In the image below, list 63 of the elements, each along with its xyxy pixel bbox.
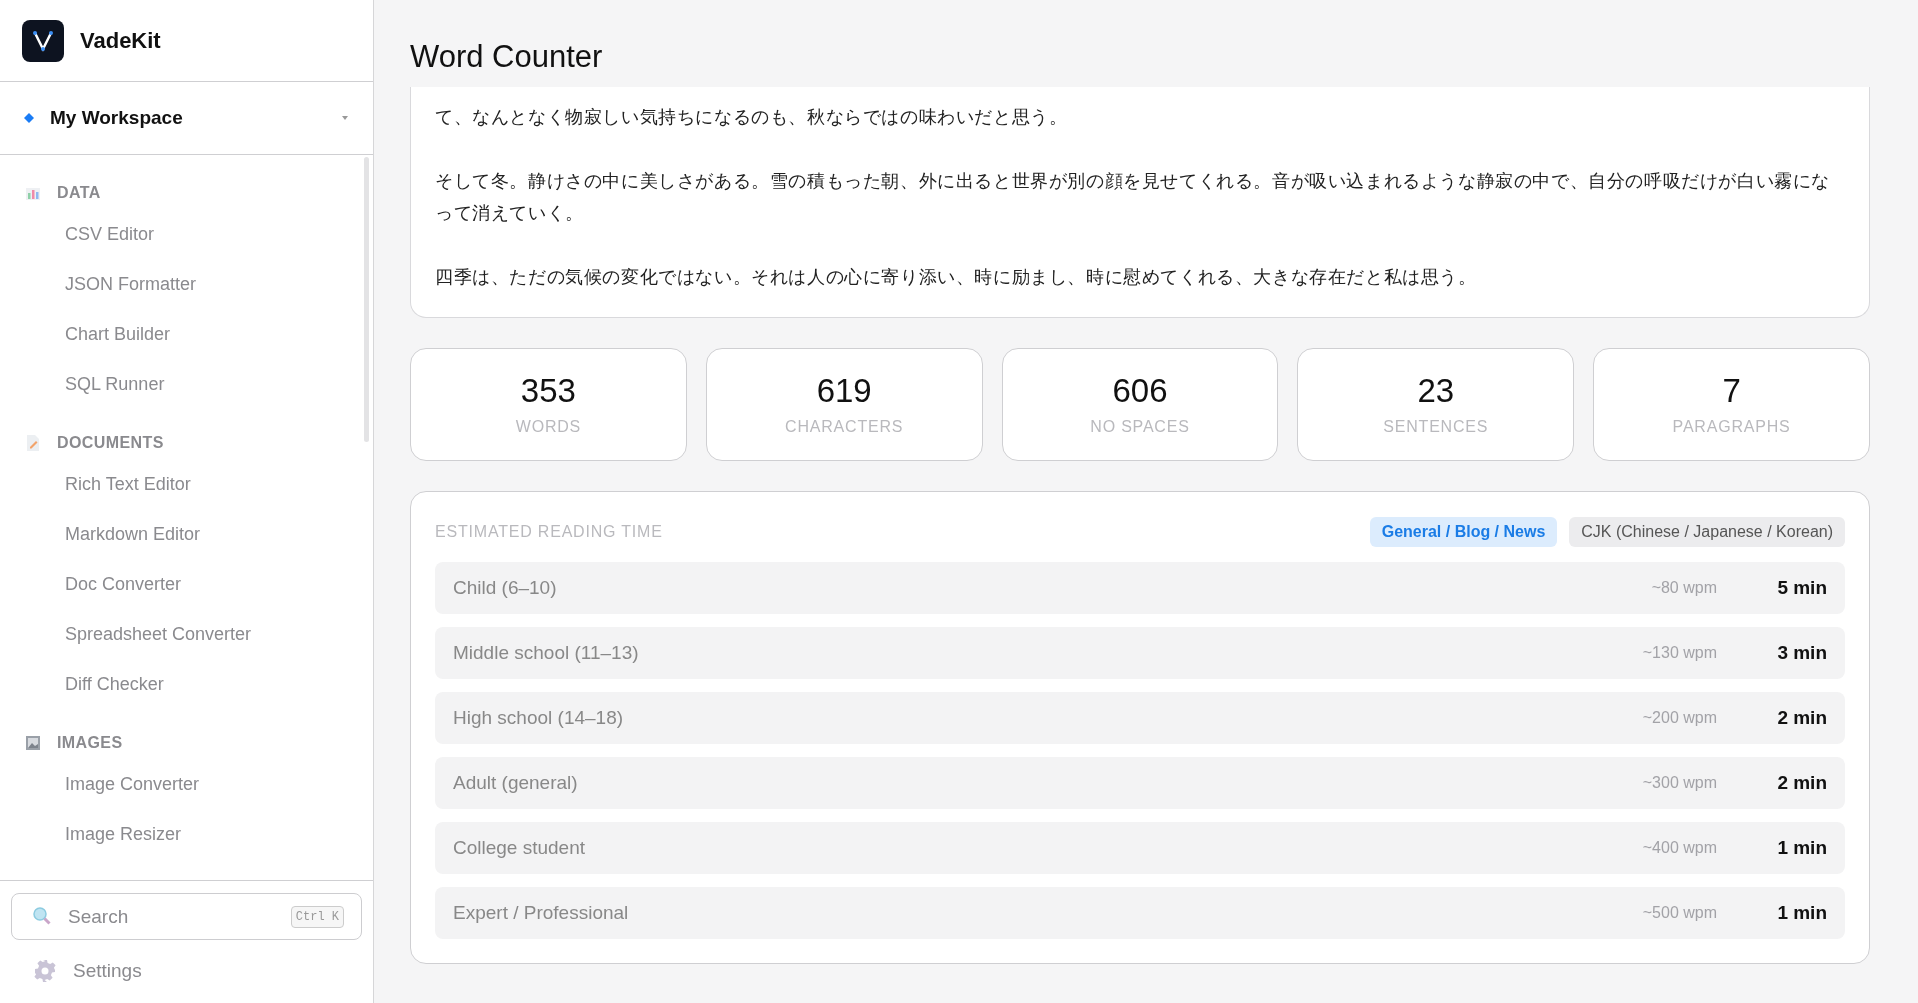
nav-item[interactable]: JSON Formatter — [0, 259, 373, 309]
stat-label: NO SPACES — [1090, 416, 1190, 437]
reader-level: Child (6–10) — [453, 575, 558, 600]
nav-item[interactable]: Image Converter — [0, 759, 373, 809]
reading-rate: ~300 wpm — [1641, 773, 1717, 793]
reading-rate: ~400 wpm — [1641, 838, 1717, 858]
reader-level: High school (14–18) — [453, 705, 625, 730]
page-title: Word Counter — [410, 38, 604, 76]
section-heading: DATA — [57, 183, 101, 203]
reading-time: 2 min — [1776, 705, 1827, 730]
reading-rate: ~80 wpm — [1650, 578, 1717, 598]
stat-label: WORDS — [515, 416, 582, 437]
logo-icon — [22, 19, 64, 62]
stat-label: CHARACTERS — [785, 416, 904, 437]
nav-item[interactable]: Chart Builder — [0, 309, 373, 359]
document-icon — [25, 434, 41, 452]
reading-time: 5 min — [1776, 575, 1827, 600]
nav-item[interactable]: Markdown Editor — [0, 509, 373, 559]
reading-time: 1 min — [1776, 835, 1827, 860]
reader-level: Expert / Professional — [453, 900, 630, 925]
stat-value: 23 — [1417, 370, 1455, 411]
stat-label: PARAGRAPHS — [1672, 416, 1791, 437]
reading-rate: ~200 wpm — [1641, 708, 1717, 728]
diamond-icon — [24, 113, 34, 123]
reading-time: 1 min — [1776, 900, 1827, 925]
text-paragraph: 四季は、ただの気候の変化ではない。それは人の心に寄り添い、時に励まし、時に慰めてくれる、大きな存在だと私は思う。 — [435, 266, 1478, 289]
reading-rate: ~130 wpm — [1641, 643, 1717, 663]
shortcut-hint: Ctrl K — [290, 906, 344, 928]
scrollbar[interactable] — [364, 157, 369, 442]
picture-frame-icon — [25, 735, 41, 751]
nav-item[interactable]: SQL Runner — [0, 359, 373, 409]
nav-item[interactable]: Spreadsheet Converter — [0, 609, 373, 659]
settings-link[interactable]: Settings — [11, 953, 164, 989]
section-heading: IMAGES — [57, 733, 123, 753]
caret-icon — [341, 115, 349, 121]
stat-value: 7 — [1722, 370, 1741, 411]
app-name: VadeKit — [80, 27, 161, 55]
text-paragraph: て、なんとなく物寂しい気持ちになるのも、秋ならではの味わいだと思う。 — [435, 106, 1069, 129]
reading-mode-tab[interactable]: General / Blog / News — [1369, 517, 1558, 547]
reading-time: 2 min — [1776, 770, 1827, 795]
panel-title: ESTIMATED READING TIME — [435, 522, 664, 542]
reader-level: College student — [453, 835, 587, 860]
text-paragraph: そして冬。静けさの中に美しさがある。雪の積もった朝、外に出ると世界が別の顔を見せてくれる。音が吸い込まれるような静寂の中で、自分の呼吸だけが白い霧になって消えていく。 — [435, 170, 1831, 225]
reading-time: 3 min — [1776, 640, 1827, 665]
nav-item[interactable]: CSV Editor — [0, 209, 373, 259]
nav-item[interactable]: Diff Checker — [0, 659, 373, 709]
reading-rate: ~500 wpm — [1641, 903, 1717, 923]
bar-chart-icon — [25, 185, 41, 201]
nav-item[interactable]: Rich Text Editor — [0, 459, 373, 509]
stat-label: SENTENCES — [1383, 416, 1489, 437]
text-area[interactable]: て、なんとなく物寂しい気持ちになるのも、秋ならではの味わいだと思う。 そして冬。静けさの中に美しさがある。雪の積もった朝、外に出ると世界が別の顔を見せてくれる。音が吸い込まれるような静寂の中で、自分の呼吸だけが白い霧になって消えていく。 四季は、ただの気候の変化ではない。それは人の心に寄り添い、時に励まし、時に慰めてくれる、大きな存在だと私は思う。 — [410, 87, 1870, 318]
reader-level: Middle school (11–13) — [453, 640, 640, 665]
stat-value: 619 — [816, 370, 872, 411]
nav-item[interactable]: Image Resizer — [0, 809, 373, 859]
stat-value: 606 — [1112, 370, 1168, 411]
workspace-selector[interactable]: My Workspace — [0, 82, 373, 155]
nav-item[interactable]: Doc Converter — [0, 559, 373, 609]
reader-level: Adult (general) — [453, 770, 579, 795]
settings-icon — [33, 959, 57, 983]
stat-value: 353 — [520, 370, 576, 411]
reading-mode-tab[interactable]: CJK (Chinese / Japanese / Korean) — [1569, 517, 1845, 547]
section-heading: DOCUMENTS — [57, 433, 164, 453]
search-icon — [32, 906, 52, 926]
